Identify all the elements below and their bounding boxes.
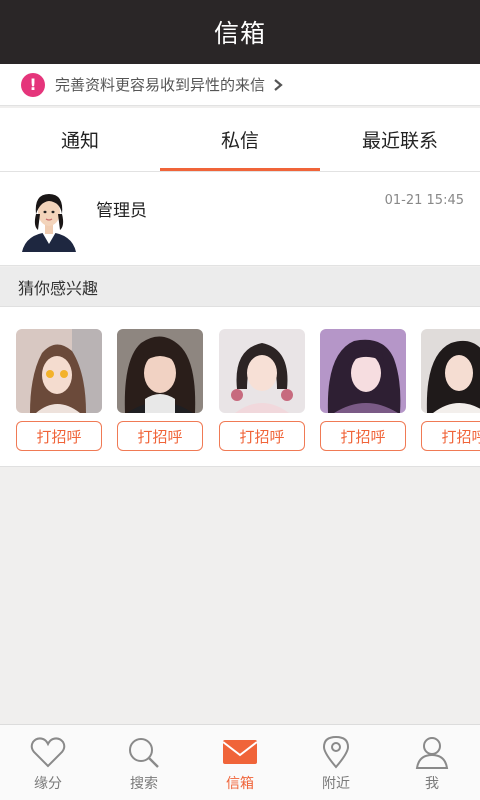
conversation-name: 管理员: [96, 201, 147, 221]
nav-search[interactable]: 搜索: [96, 725, 192, 800]
greet-button[interactable]: 打招呼: [16, 421, 102, 451]
user-photo[interactable]: [16, 329, 102, 413]
user-photo[interactable]: [320, 329, 406, 413]
nav-label: 信箱: [226, 776, 254, 792]
conversation-time: 01-21 15:45: [384, 193, 464, 208]
nav-label: 搜索: [130, 776, 158, 792]
location-icon: [322, 735, 350, 769]
tab-private-messages[interactable]: 私信: [160, 108, 320, 171]
recommend-heading: 猜你感兴趣: [18, 278, 99, 298]
notice-text: 完善资料更容易收到异性的来信: [55, 76, 266, 94]
recommend-card: 打招呼: [320, 329, 406, 451]
nav-me[interactable]: 我: [384, 725, 480, 800]
admin-avatar: [20, 184, 78, 252]
user-photo[interactable]: [219, 329, 305, 413]
nav-fate[interactable]: 缘分: [0, 725, 96, 800]
user-icon: [415, 737, 449, 769]
recommend-card: 打招呼: [16, 329, 102, 451]
recommend-card: 打招呼: [421, 329, 480, 451]
chevron-right-icon: [274, 78, 283, 91]
bottom-navigation: 缘分 搜索 信箱 附近 我: [0, 724, 480, 800]
mail-icon: [222, 740, 258, 764]
recommend-card: 打招呼: [219, 329, 305, 451]
title-bar: 信箱: [0, 0, 480, 64]
exclamation-icon: !: [21, 72, 45, 97]
nav-label: 缘分: [34, 776, 62, 792]
nav-nearby[interactable]: 附近: [288, 725, 384, 800]
user-photo[interactable]: [117, 329, 203, 413]
nav-label: 我: [425, 776, 439, 792]
profile-notice[interactable]: ! 完善资料更容易收到异性的来信: [0, 64, 480, 106]
greet-button[interactable]: 打招呼: [117, 421, 203, 451]
nav-mailbox[interactable]: 信箱: [192, 725, 288, 800]
tab-recent-contacts[interactable]: 最近联系: [320, 108, 480, 171]
nav-label: 附近: [322, 776, 350, 792]
heart-icon: [30, 737, 66, 768]
recommend-header: 猜你感兴趣: [0, 267, 480, 307]
greet-button[interactable]: 打招呼: [219, 421, 305, 451]
recommend-list: 打招呼 打招呼 打招呼 打招呼 打招: [0, 307, 480, 467]
user-photo[interactable]: [421, 329, 480, 413]
greet-button[interactable]: 打招呼: [320, 421, 406, 451]
mailbox-tabs: 通知 私信 最近联系: [0, 108, 480, 172]
tab-notifications[interactable]: 通知: [0, 108, 160, 171]
search-icon: [129, 738, 159, 768]
recommend-card: 打招呼: [117, 329, 203, 451]
conversation-row[interactable]: 管理员 01-21 15:45: [0, 172, 480, 266]
greet-button[interactable]: 打招呼: [421, 421, 480, 451]
page-title: 信箱: [213, 19, 266, 48]
